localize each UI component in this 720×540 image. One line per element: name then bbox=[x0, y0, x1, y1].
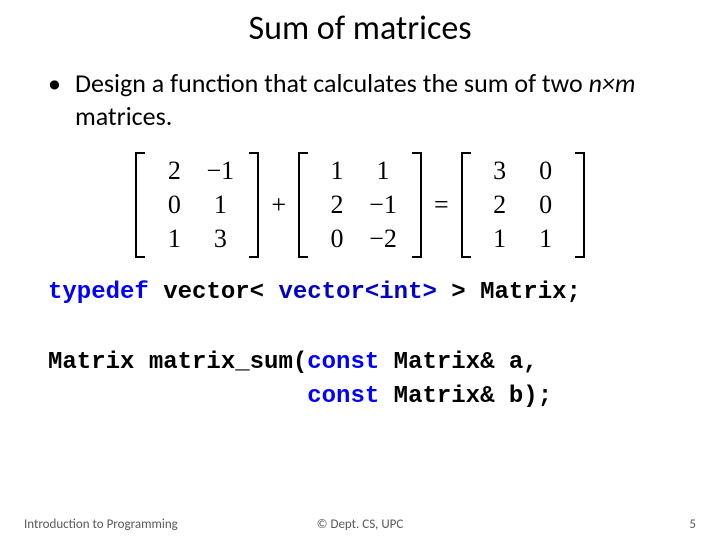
bracket-left-icon bbox=[461, 152, 471, 258]
cell: 0 bbox=[314, 224, 360, 254]
matrix-b: 11 2−1 0−2 bbox=[298, 152, 422, 258]
bullet-dot: • bbox=[48, 67, 61, 132]
cell: 1 bbox=[314, 156, 360, 186]
matrix-b-cells: 11 2−1 0−2 bbox=[308, 152, 412, 258]
operator-equals: = bbox=[434, 190, 449, 220]
cell: 3 bbox=[197, 224, 243, 254]
code-text: Matrix& a, bbox=[379, 349, 537, 376]
code-text: Matrix matrix_sum( bbox=[48, 349, 307, 376]
cell: 2 bbox=[477, 190, 523, 220]
code-text: > Matrix; bbox=[437, 279, 581, 306]
bullet-text: Design a function that calculates the su… bbox=[75, 67, 672, 132]
operator-plus: + bbox=[271, 190, 286, 220]
type-vector-int: vector<int> bbox=[278, 279, 436, 306]
matrix-c: 30 20 11 bbox=[461, 152, 585, 258]
cell: 1 bbox=[360, 156, 406, 186]
matrix-a-cells: 2−1 01 13 bbox=[145, 152, 249, 258]
bracket-right-icon bbox=[249, 152, 259, 258]
footer-left: Introduction to Programming bbox=[24, 517, 178, 532]
slide-title: Sum of matrices bbox=[0, 0, 720, 49]
bullet-text-dims: n×m bbox=[589, 67, 636, 99]
slide-body: • Design a function that calculates the … bbox=[0, 49, 720, 415]
keyword-const: const bbox=[307, 383, 379, 410]
cell: 0 bbox=[523, 156, 569, 186]
matrix-equation: 2−1 01 13 + 11 2−1 0−2 = bbox=[48, 152, 672, 258]
cell: 0 bbox=[151, 190, 197, 220]
code-text: vector< bbox=[149, 279, 279, 306]
keyword-typedef: typedef bbox=[48, 279, 149, 306]
bullet-text-suffix: matrices. bbox=[75, 100, 172, 132]
cell: 1 bbox=[197, 190, 243, 220]
cell: 1 bbox=[477, 224, 523, 254]
cell: −1 bbox=[360, 190, 406, 220]
cell: −2 bbox=[360, 224, 406, 254]
bullet-text-prefix: Design a function that calculates the su… bbox=[75, 67, 589, 99]
keyword-const: const bbox=[307, 349, 379, 376]
cell: 3 bbox=[477, 156, 523, 186]
bracket-right-icon bbox=[412, 152, 422, 258]
code-indent bbox=[48, 383, 307, 410]
bullet-item: • Design a function that calculates the … bbox=[48, 67, 672, 132]
slide: Sum of matrices • Design a function that… bbox=[0, 0, 720, 540]
matrix-a: 2−1 01 13 bbox=[135, 152, 259, 258]
matrix-c-cells: 30 20 11 bbox=[471, 152, 575, 258]
bracket-right-icon bbox=[575, 152, 585, 258]
bracket-left-icon bbox=[135, 152, 145, 258]
code-text: Matrix& b); bbox=[379, 383, 552, 410]
cell: 2 bbox=[314, 190, 360, 220]
code-block: typedef vector< vector<int> > Matrix; Ma… bbox=[48, 276, 672, 415]
cell: 2 bbox=[151, 156, 197, 186]
bracket-left-icon bbox=[298, 152, 308, 258]
slide-footer: Introduction to Programming © Dept. CS, … bbox=[24, 517, 696, 532]
footer-page-number: 5 bbox=[689, 517, 696, 532]
cell: −1 bbox=[197, 156, 243, 186]
cell: 0 bbox=[523, 190, 569, 220]
cell: 1 bbox=[523, 224, 569, 254]
cell: 1 bbox=[151, 224, 197, 254]
